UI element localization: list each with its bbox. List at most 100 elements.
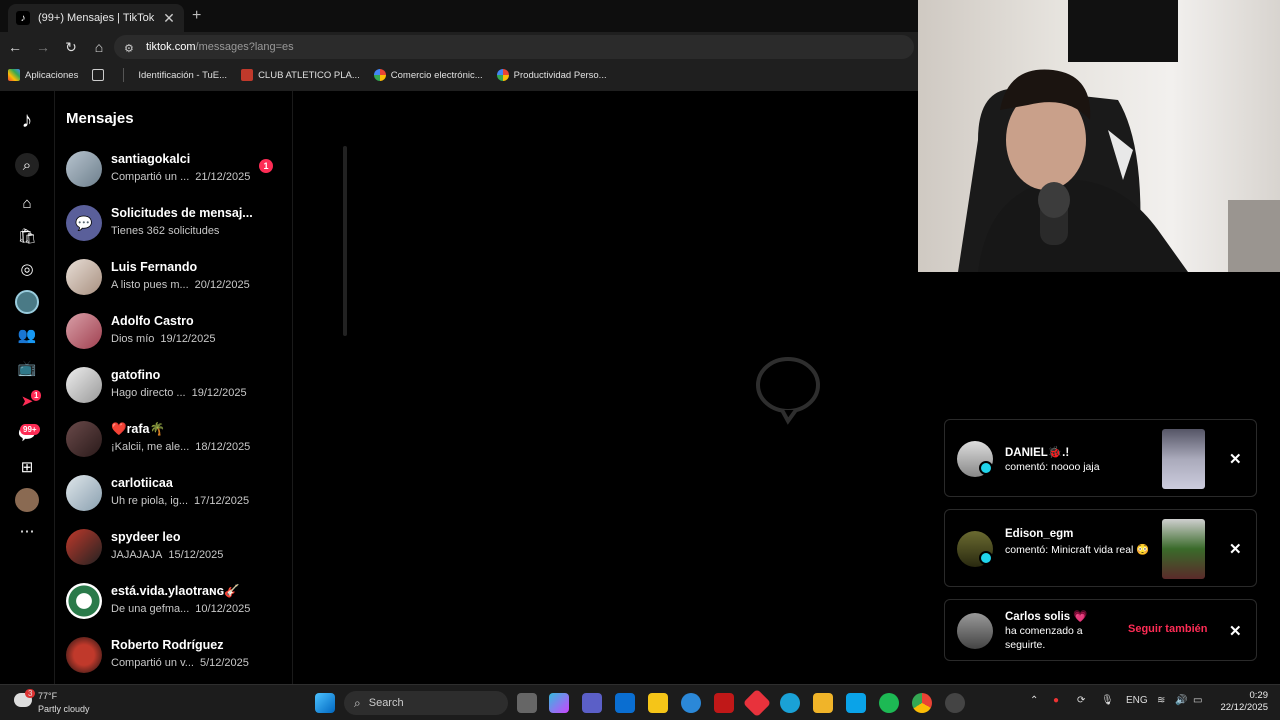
- anydesk-icon[interactable]: [742, 688, 772, 718]
- conversation-name: Roberto Rodríguez: [111, 638, 224, 652]
- notification-toast[interactable]: DANIEL🐞.! comentó: noooo jaja ✕: [944, 419, 1257, 497]
- conversation-preview-line: Dios mío 19/12/2025: [111, 333, 215, 345]
- more-icon[interactable]: ⋯: [15, 519, 39, 543]
- url-host: tiktok.com: [146, 41, 196, 53]
- verified-badge-icon: [979, 461, 993, 475]
- friends-icon[interactable]: 👥: [15, 323, 39, 347]
- video-thumbnail[interactable]: [1162, 519, 1205, 579]
- upload-icon[interactable]: ⊞: [15, 455, 39, 479]
- close-icon[interactable]: ✕: [1229, 540, 1242, 558]
- task-view-icon[interactable]: [517, 693, 537, 713]
- conversation-name: Luis Fernando: [111, 260, 198, 274]
- conversation-date: 21/12/2025: [195, 171, 251, 183]
- tray-app-icon[interactable]: ●: [1053, 695, 1059, 706]
- address-bar[interactable]: ⚙ tiktok.com/messages?lang=es: [114, 35, 914, 59]
- following-avatar-icon[interactable]: [15, 290, 39, 314]
- conversation-date: 5/12/2025: [199, 657, 249, 669]
- avatar: [66, 475, 102, 511]
- forward-icon[interactable]: →: [30, 34, 56, 60]
- sync-icon[interactable]: ⟳: [1077, 695, 1085, 706]
- shop-icon[interactable]: 🛍: [15, 224, 39, 248]
- explore-compass-icon[interactable]: ◎: [15, 257, 39, 281]
- mcafee-icon[interactable]: [714, 693, 734, 713]
- conversation-item[interactable]: Roberto Rodríguez Compartió un v... 5/12/2…: [66, 633, 286, 677]
- browser-tab[interactable]: ♪ (99+) Mensajes | TikTok ✕: [8, 4, 184, 32]
- close-tab-icon[interactable]: ✕: [162, 10, 176, 27]
- bookmark-grid[interactable]: [92, 69, 109, 81]
- tab-strip: ♪ (99+) Mensajes | TikTok ✕ +: [0, 0, 918, 32]
- start-windows-icon[interactable]: [315, 693, 335, 713]
- conversation-item[interactable]: santiagokalci Compartió un ... 21/12/2025 1: [66, 147, 286, 191]
- wifi-icon[interactable]: ≋: [1157, 695, 1165, 706]
- conversation-preview-line: Compartió un v... 5/12/2025: [111, 657, 249, 669]
- notification-text: comentó: noooo jaja: [1005, 461, 1100, 473]
- browser-chrome: ♪ (99+) Mensajes | TikTok ✕ + ← → ↻ ⌂ ⚙ …: [0, 0, 918, 91]
- search-icon[interactable]: ⌕: [15, 153, 39, 177]
- battery-icon[interactable]: ▭: [1193, 695, 1202, 706]
- notification-text: comentó: Minicraft vida real 😳: [1005, 544, 1150, 556]
- tiktok-logo-icon[interactable]: ♪: [15, 107, 39, 132]
- edge-icon[interactable]: [780, 693, 800, 713]
- obs-icon[interactable]: [945, 693, 965, 713]
- bookmark-comercio[interactable]: Comercio electrónic...: [373, 69, 483, 81]
- conversation-item[interactable]: gatofino Hago directo ... 19/12/2025: [66, 363, 286, 407]
- new-tab-icon[interactable]: +: [192, 7, 201, 25]
- conversation-preview-line: De una gefma... 10/12/2025: [111, 603, 250, 615]
- conversation-date: 19/12/2025: [191, 387, 247, 399]
- taskbar-search[interactable]: ⌕ Search: [344, 691, 508, 715]
- taskbar-clock[interactable]: 0:29 22/12/2025: [1206, 690, 1268, 714]
- microphone-icon[interactable]: 🎙: [1101, 695, 1114, 706]
- page-title: Mensajes: [66, 110, 134, 127]
- spotify-icon[interactable]: [879, 693, 899, 713]
- chevron-up-icon[interactable]: ⌃: [1030, 695, 1038, 706]
- conversation-item[interactable]: carlotiicaa Uh re piola, ig... 17/12/2025: [66, 471, 286, 515]
- conversation-preview: Compartió un v...: [111, 657, 194, 669]
- profile-avatar-icon[interactable]: [15, 488, 39, 512]
- copilot-icon[interactable]: [549, 693, 569, 713]
- live-icon[interactable]: 📺: [15, 356, 39, 380]
- avatar[interactable]: [957, 613, 993, 649]
- notification-toast[interactable]: Carlos solis 💗 ha comenzado a seguirte. …: [944, 599, 1257, 661]
- bookmark-productividad[interactable]: Productividad Perso...: [496, 69, 607, 81]
- conversation-item[interactable]: Luis Fernando A listo pues m... 20/12/2025: [66, 255, 286, 299]
- language-indicator[interactable]: ENG: [1126, 695, 1148, 706]
- back-icon[interactable]: ←: [2, 34, 28, 60]
- conversation-preview-line: ¡Kalcii, me ale... 18/12/2025: [111, 441, 250, 453]
- close-icon[interactable]: ✕: [1229, 450, 1242, 468]
- bookmark-label: Comercio electrónic...: [390, 69, 483, 81]
- teams-icon[interactable]: [582, 693, 602, 713]
- video-thumbnail[interactable]: [1162, 429, 1205, 489]
- chrome-icon[interactable]: [912, 693, 932, 713]
- home-icon[interactable]: ⌂: [15, 191, 39, 215]
- conversation-date: 10/12/2025: [195, 603, 251, 615]
- avatar: [66, 529, 102, 565]
- logitech-g-icon[interactable]: [846, 693, 866, 713]
- site-info-icon[interactable]: ⚙: [124, 42, 136, 55]
- clock-time: 0:29: [1249, 690, 1269, 701]
- bookmark-apps[interactable]: Aplicaciones: [8, 69, 78, 81]
- notification-toast[interactable]: Edison_egm comentó: Minicraft vida real …: [944, 509, 1257, 587]
- search-icon: ⌕: [354, 695, 361, 710]
- edge-dev-icon[interactable]: [681, 693, 701, 713]
- home-icon[interactable]: ⌂: [86, 34, 112, 60]
- store-icon[interactable]: [615, 693, 635, 713]
- bookmark-identificacion[interactable]: Identificación - TuE...: [138, 70, 227, 81]
- conversation-item[interactable]: Adolfo Castro Dios mío 19/12/2025: [66, 309, 286, 353]
- bookmarks-bar: Aplicaciones Identificación - TuE... CLU…: [0, 64, 918, 86]
- close-icon[interactable]: ✕: [1229, 622, 1242, 640]
- chat-area: [294, 91, 918, 684]
- volume-icon[interactable]: 🔊: [1175, 695, 1187, 706]
- conversation-item[interactable]: 💬 Solicitudes de mensaj... Tienes 362 soli…: [66, 201, 286, 245]
- file-explorer-icon[interactable]: [813, 693, 833, 713]
- sticky-notes-icon[interactable]: [648, 693, 668, 713]
- follow-back-button[interactable]: Seguir también: [1128, 623, 1207, 635]
- bookmark-club-atletico[interactable]: CLUB ATLETICO PLA...: [241, 69, 360, 81]
- notification-user: DANIEL🐞.!: [1005, 447, 1070, 459]
- message-requests-icon: 💬: [66, 205, 102, 241]
- conversation-item[interactable]: ❤️rafa🌴 ¡Kalcii, me ale... 18/12/2025: [66, 417, 286, 461]
- conversation-preview-line: Hago directo ... 19/12/2025: [111, 387, 247, 399]
- conversation-item[interactable]: está.vida.ylaotraɴɢ🎸 De una gefma... 10/12…: [66, 579, 286, 623]
- bookmark-label: CLUB ATLETICO PLA...: [258, 69, 360, 81]
- conversation-item[interactable]: spydeer leo JAJAJAJA 15/12/2025: [66, 525, 286, 569]
- reload-icon[interactable]: ↻: [58, 34, 84, 60]
